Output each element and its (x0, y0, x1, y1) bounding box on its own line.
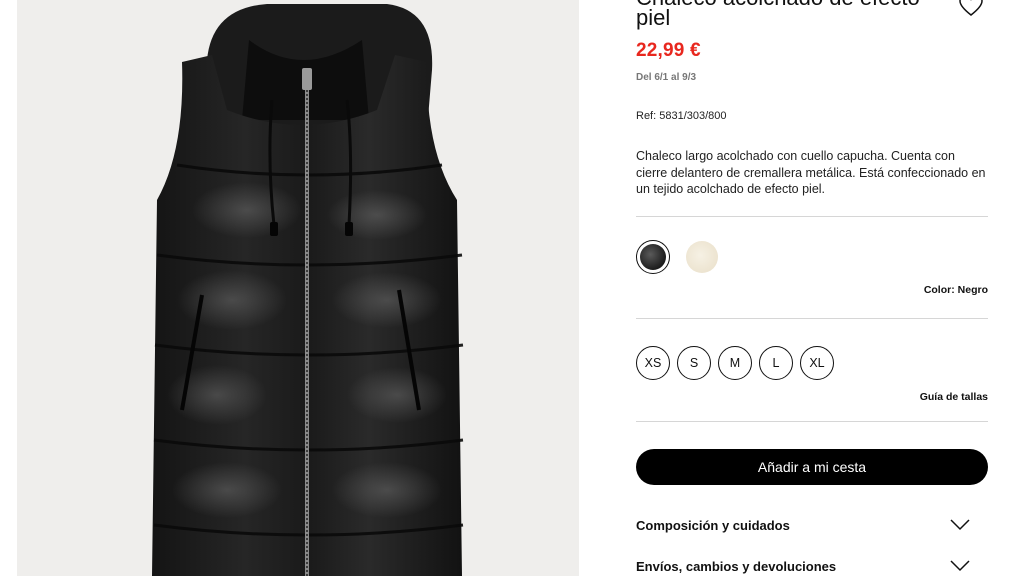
product-reference: Ref: 5831/303/800 (636, 110, 727, 122)
product-price: 22,99 € (636, 40, 701, 61)
color-swatch-crudo[interactable] (686, 241, 718, 273)
color-value: Negro (957, 284, 988, 296)
swatch-fill (640, 244, 666, 270)
divider (636, 216, 988, 217)
vest-illustration (152, 4, 464, 576)
accordion-shipping[interactable]: Envíos, cambios y devoluciones (636, 555, 988, 576)
chevron-down-icon (950, 559, 970, 572)
accordion-composition[interactable]: Composición y cuidados (636, 514, 988, 538)
chevron-down-icon (950, 518, 970, 531)
divider (636, 318, 988, 319)
size-button-m[interactable]: M (718, 346, 752, 380)
size-guide-link[interactable]: Guía de tallas (920, 391, 988, 403)
size-selector: XS S M L XL (636, 346, 834, 380)
heart-icon[interactable] (958, 0, 984, 18)
product-description: Chaleco largo acolchado con cuello capuc… (636, 149, 986, 196)
accordion-label: Composición y cuidados (636, 518, 790, 533)
product-title: Chaleco acolchado de efecto piel (636, 0, 920, 30)
color-swatch-negro[interactable] (636, 240, 670, 274)
product-details: Chaleco acolchado de efecto piel 22,99 €… (636, 0, 988, 576)
price-dates: Del 6/1 al 9/3 (636, 72, 697, 83)
accordion-label: Envíos, cambios y devoluciones (636, 559, 837, 574)
size-button-xl[interactable]: XL (800, 346, 834, 380)
size-button-s[interactable]: S (677, 346, 711, 380)
add-to-cart-button[interactable]: Añadir a mi cesta (636, 449, 988, 485)
divider (636, 421, 988, 422)
size-button-l[interactable]: L (759, 346, 793, 380)
selected-color: Color: Negro (924, 284, 988, 296)
size-button-xs[interactable]: XS (636, 346, 670, 380)
product-image[interactable] (17, 0, 579, 576)
color-label: Color: (923, 284, 955, 296)
